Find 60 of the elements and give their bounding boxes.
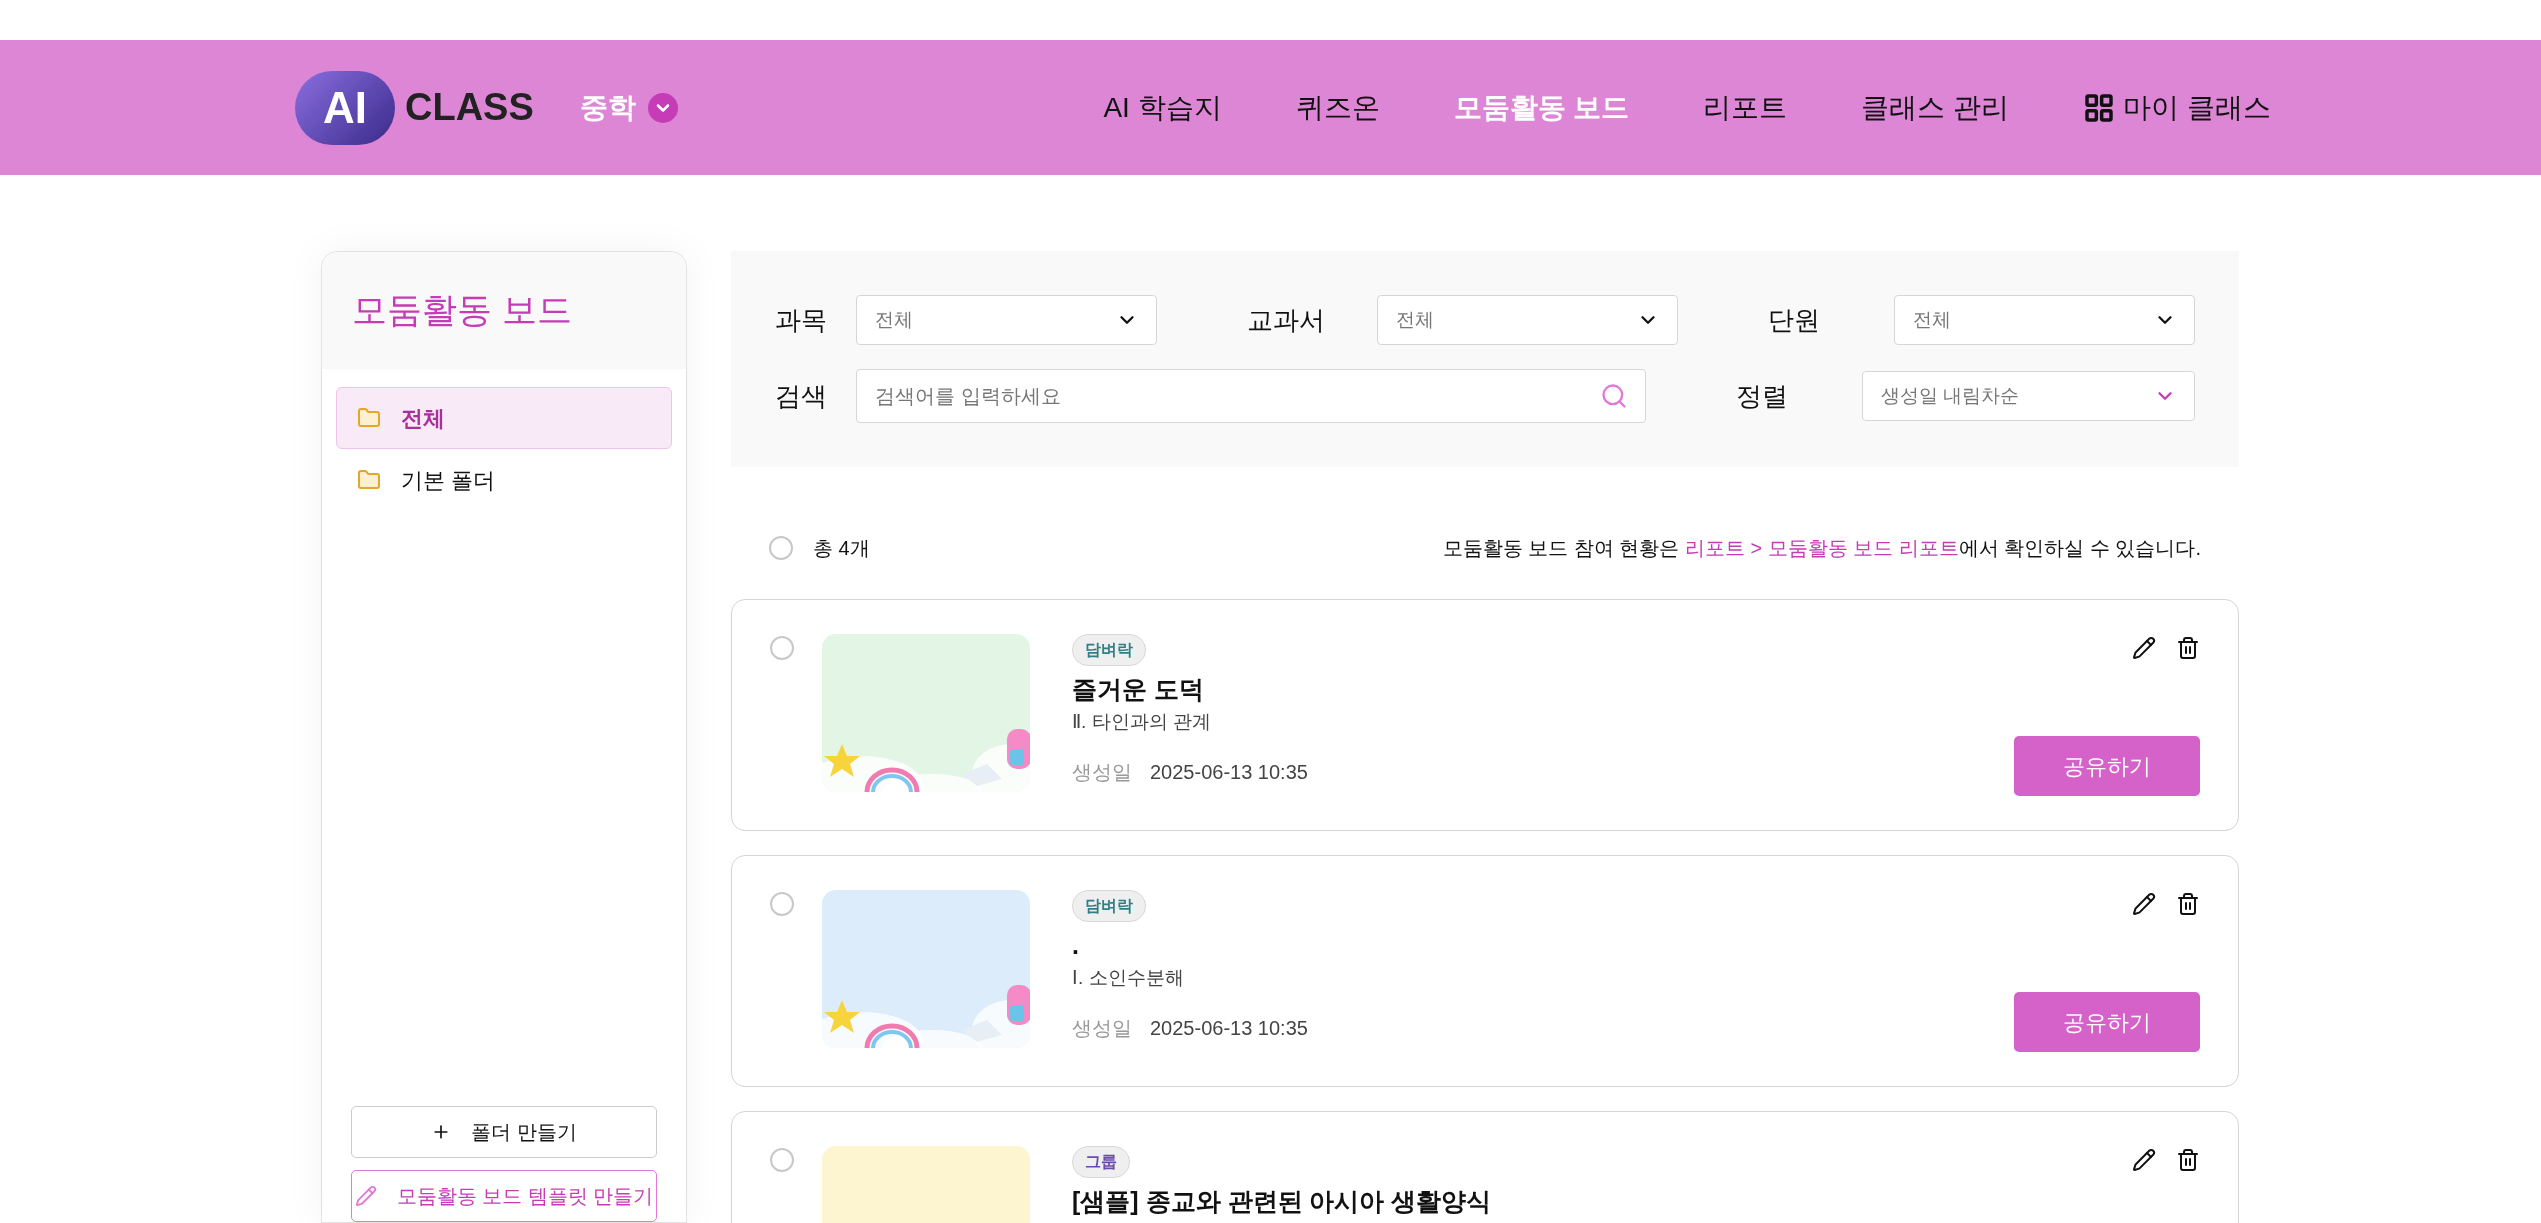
edit-icon[interactable] <box>2132 1148 2156 1172</box>
folder-icon <box>357 468 381 492</box>
new-folder-button[interactable]: 폴더 만들기 <box>351 1106 657 1158</box>
folder-item[interactable]: 전체 <box>336 387 672 449</box>
select-value: 전체 <box>1913 307 1951 332</box>
board-title: 즐거운 도덕 <box>1072 674 1205 704</box>
tag-badge: 그룹 <box>1072 1146 1130 1178</box>
pencil-icon <box>354 1185 377 1207</box>
edit-icon[interactable] <box>2132 636 2156 660</box>
delete-icon[interactable] <box>2176 636 2200 660</box>
radio-button[interactable] <box>770 1148 794 1172</box>
chevron-icon <box>647 92 678 123</box>
date-label: 생성일 <box>1072 1015 1132 1041</box>
filter-label: 교과서 <box>1246 303 1326 337</box>
select-value: 전체 <box>875 307 913 332</box>
select-value: 전체 <box>1396 307 1434 332</box>
filter-label: 단원 <box>1767 303 1821 337</box>
unit-text: Ⅰ. 소인수분해 <box>1072 966 1185 990</box>
filter-label: 검색 <box>774 379 828 413</box>
school-level-dropdown[interactable]: 중학 <box>579 86 678 129</box>
filter-label: 정렬 <box>1735 379 1789 413</box>
template-button[interactable]: 모둠활동 보드 템플릿 만들기 <box>351 1170 657 1222</box>
edit-icon[interactable] <box>2132 892 2156 916</box>
radio-button[interactable] <box>769 536 793 560</box>
search-field[interactable]: 검색어를 입력하세요 <box>856 369 1646 423</box>
notice-text: 모둠활동 보드 참여 현황은 리포트 > 모둠활동 보드 리포트에서 확인하실 수 있습니다. <box>1442 536 2201 561</box>
sort-select[interactable]: 생성일 내림차순 <box>1862 371 2195 421</box>
share-button[interactable]: 공유하기 <box>2014 736 2200 796</box>
board-title: [샘플] 종교와 관련된 아시아 생활양식 <box>1072 1186 1493 1216</box>
logo: AI CLASS <box>295 70 534 145</box>
tag-badge: 담벼락 <box>1072 890 1146 922</box>
textbook-select[interactable]: 전체 <box>1377 295 1678 345</box>
date-label: 생성일 <box>1072 759 1132 785</box>
share-button[interactable]: 공유하기 <box>2014 992 2200 1052</box>
report-link[interactable]: 리포트 > 모둠활동 보드 리포트 <box>1684 537 1959 559</box>
unit-text: Ⅱ. 타인과의 관계 <box>1072 710 1212 734</box>
nav-link[interactable]: AI 학습지 <box>1103 86 1222 129</box>
nav-link[interactable]: 퀴즈온 <box>1295 86 1380 129</box>
select-value: 생성일 내림차순 <box>1881 383 2020 408</box>
grid-icon <box>2083 91 2116 124</box>
date-text: 2025-06-13 10:35 <box>1150 1015 1308 1041</box>
search-icon[interactable] <box>1600 382 1628 410</box>
folder-icon <box>357 406 381 430</box>
tag-badge: 담벼락 <box>1072 634 1146 666</box>
filter-label: 과목 <box>774 303 828 337</box>
subject-select[interactable]: 전체 <box>856 295 1157 345</box>
unit-select[interactable]: 전체 <box>1894 295 2195 345</box>
nav-link[interactable]: 마이 클래스 <box>2083 86 2271 129</box>
radio-button[interactable] <box>770 892 794 916</box>
total-count: 총 4개 <box>813 536 870 561</box>
radio-button[interactable] <box>770 636 794 660</box>
folder-item[interactable]: 기본 폴더 <box>336 449 672 511</box>
delete-icon[interactable] <box>2176 1148 2200 1172</box>
nav-link[interactable]: 클래스 관리 <box>1861 86 2010 129</box>
delete-icon[interactable] <box>2176 892 2200 916</box>
nav-link[interactable]: 모둠활동 보드 <box>1453 86 1630 129</box>
nav-link[interactable]: 리포트 <box>1703 86 1788 129</box>
board-title: . <box>1072 930 1080 960</box>
sidebar-title: 모둠활동 보드 <box>352 289 572 332</box>
date-text: 2025-06-13 10:35 <box>1150 759 1308 785</box>
